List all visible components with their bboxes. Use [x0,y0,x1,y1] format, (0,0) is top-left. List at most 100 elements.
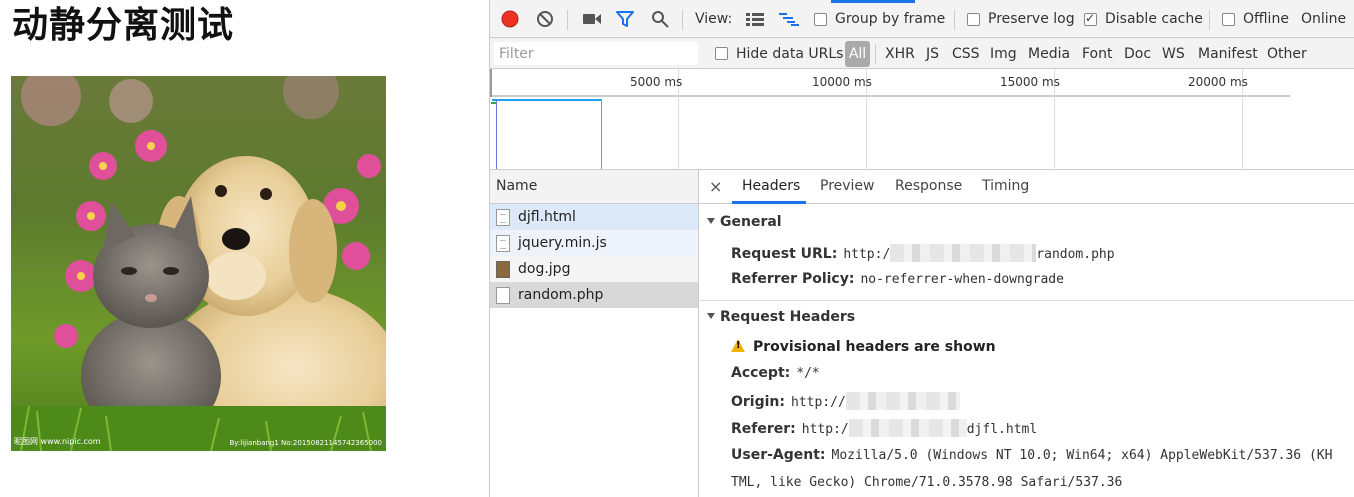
offline-checkbox[interactable]: Offline [1222,0,1289,38]
origin-row: Origin: http:// [731,392,960,410]
screenshot-button[interactable] [582,0,602,38]
overview-handle-left[interactable] [490,69,492,97]
referer-prefix: http:/ [801,422,849,437]
timeline-tick: 15000 ms [1000,75,1060,89]
group-by-frame-label: Group by frame [835,11,946,27]
timeline-ruler [490,69,1290,97]
filter-toggle-button[interactable] [616,0,634,38]
filter-type-manifest[interactable]: Manifest [1198,38,1258,69]
generic-file-icon [496,286,510,304]
clear-button[interactable] [536,0,554,38]
script-file-icon [496,234,510,252]
tab-preview[interactable]: Preview [820,178,875,194]
filter-type-media[interactable]: Media [1028,38,1070,69]
toolbar-separator [1209,10,1210,30]
filter-type-other[interactable]: Other [1267,38,1307,69]
toolbar-separator [954,10,955,30]
detail-tabs: × Headers Preview Response Timing [699,170,1354,204]
checkbox-checked [1084,11,1097,26]
filter-type-font[interactable]: Font [1082,38,1112,69]
checkbox-unchecked [814,12,827,26]
section-request-headers-toggle[interactable]: Request Headers [707,309,855,325]
preserve-log-checkbox[interactable]: Preserve log [967,0,1075,38]
section-general-toggle[interactable]: General [707,214,782,230]
request-detail: × Headers Preview Response Timing Genera… [699,170,1354,497]
filter-type-img[interactable]: Img [990,38,1017,69]
section-general-title: General [720,214,782,230]
referrer-policy-value: no-referrer-when-downgrade [860,272,1064,287]
list-icon [746,13,764,26]
large-rows-button[interactable] [746,0,764,38]
filter-type-doc[interactable]: Doc [1124,38,1151,69]
request-name: dog.jpg [518,261,571,277]
disable-cache-checkbox[interactable]: Disable cache [1084,0,1203,38]
checkbox-unchecked [715,47,728,60]
preserve-log-label: Preserve log [988,11,1075,27]
redacted-block [890,244,1037,262]
redacted-block [848,419,967,437]
accept-label: Accept: [731,365,791,381]
expand-triangle-icon [707,218,715,224]
checkbox-unchecked [967,12,980,26]
toolbar-separator [682,10,683,30]
request-url-row: Request URL: http:/ random.php [731,244,1115,262]
waterfall-view-button[interactable] [779,0,799,38]
dom-content-loaded-marker [496,99,497,169]
timeline-overview[interactable]: 5000 ms 10000 ms 15000 ms 20000 ms [490,69,1354,170]
tab-timing[interactable]: Timing [982,178,1029,194]
request-row-selected[interactable]: random.php [490,282,698,308]
filter-type-all[interactable]: All [845,41,870,67]
filter-input[interactable] [494,42,698,65]
request-name: djfl.html [518,209,576,225]
disable-cache-label: Disable cache [1105,11,1203,27]
provisional-warning: Provisional headers are shown [731,339,996,355]
network-toolbar: View: Group by frame Preserve log Disabl… [490,0,1354,38]
devtools-network-panel: View: Group by frame Preserve log Disabl… [489,0,1354,497]
request-rows: djfl.html jquery.min.js dog.jpg random.p… [490,204,698,308]
filter-separator [875,44,876,64]
referer-label: Referer: [731,421,796,437]
user-agent-value-line1: Mozilla/5.0 (Windows NT 10.0; Win64; x64… [831,448,1333,463]
tab-headers[interactable]: Headers [742,178,800,194]
timeline-tick: 20000 ms [1188,75,1248,89]
throttling-select[interactable]: Online [1301,0,1346,38]
search-button[interactable] [651,0,669,38]
toolbar-separator [567,10,568,30]
puppy-kitten-photo: 昵图网 www.nipic.com By:lijianbang1 No:2015… [11,76,386,451]
hide-data-urls-label: Hide data URLs [736,45,844,62]
active-tab-underline [732,201,806,204]
image-watermark-right: By:lijianbang1 No:20150821145742365000 [229,439,382,447]
offline-label: Offline [1243,11,1289,27]
checkbox-unchecked [1222,12,1235,26]
record-icon [501,10,519,28]
filter-type-xhr[interactable]: XHR [885,38,915,69]
section-divider [699,300,1354,301]
record-button[interactable] [500,0,520,38]
image-file-icon [496,260,510,278]
provisional-warning-text: Provisional headers are shown [753,339,996,355]
page-title: 动静分离测试 [12,5,235,46]
accept-row: Accept: */* [731,365,820,381]
filter-type-css[interactable]: CSS [952,38,980,69]
request-row[interactable]: djfl.html [490,204,698,230]
accept-value: */* [796,366,820,381]
hide-data-urls-checkbox[interactable]: Hide data URLs [715,38,843,69]
group-by-frame-checkbox[interactable]: Group by frame [814,0,945,38]
view-label: View: [695,11,733,27]
warning-icon [731,339,745,352]
filter-bar: Hide data URLs All XHR JS CSS Img Media … [490,38,1354,69]
filter-type-ws[interactable]: WS [1162,38,1185,69]
column-header-name[interactable]: Name [490,170,698,204]
video-camera-icon [583,14,601,24]
search-icon [652,11,669,28]
filter-type-js[interactable]: JS [926,38,939,69]
request-list: Name djfl.html jquery.min.js dog.jpg ran… [490,170,699,497]
tab-response[interactable]: Response [895,178,962,194]
redacted-block [845,392,960,410]
referer-row: Referer: http:/ djfl.html [731,419,1037,437]
timeline-tick: 10000 ms [812,75,872,89]
request-row[interactable]: jquery.min.js [490,230,698,256]
close-detail-icon[interactable]: × [709,177,722,196]
request-row[interactable]: dog.jpg [490,256,698,282]
request-url-prefix: http:/ [843,247,891,262]
